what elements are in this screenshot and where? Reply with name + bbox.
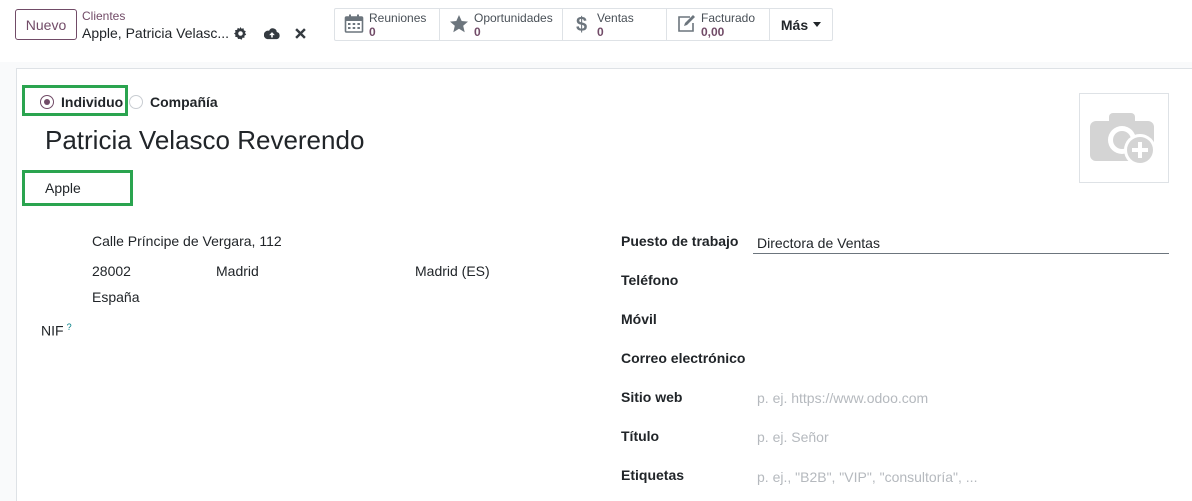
email-input[interactable] (753, 348, 1169, 370)
gear-icon[interactable] (231, 24, 249, 42)
breadcrumb-parent-link[interactable]: Clientes (82, 9, 125, 23)
title-label: Título (621, 428, 660, 444)
camera-plus-icon (1089, 107, 1159, 170)
smart-button-label: Ventas (597, 11, 634, 25)
job-position-input[interactable] (753, 232, 1169, 254)
street-field[interactable]: Calle Príncipe de Vergara, 112 (92, 233, 282, 249)
mobile-label: Móvil (621, 311, 657, 327)
smart-button-label: Facturado (701, 11, 756, 25)
tags-input[interactable] (753, 466, 1169, 488)
breadcrumb-current: Apple, Patricia Velasc... (82, 25, 230, 41)
company-radio-label[interactable]: Compañía (150, 94, 218, 110)
smart-button-label: Reuniones (369, 11, 427, 25)
more-button[interactable]: Más (770, 9, 832, 40)
website-input[interactable] (753, 387, 1169, 409)
form-sheet: Individuo Compañía Patricia Velasco Reve… (16, 68, 1192, 501)
city-field[interactable]: Madrid (216, 263, 259, 279)
smart-button-value: 0 (597, 25, 604, 39)
smart-buttons: Reuniones 0 Oportunidades 0 $ Ventas 0 Fact… (334, 8, 833, 41)
edit-icon (675, 11, 697, 37)
control-panel: Nuevo Clientes Apple, Patricia Velasc...… (0, 0, 1192, 62)
email-label: Correo electrónico (621, 350, 746, 366)
chevron-down-icon (813, 22, 822, 27)
cloud-upload-icon[interactable] (263, 24, 281, 42)
new-button[interactable]: Nuevo (15, 9, 77, 40)
smart-button-label: Oportunidades (474, 11, 553, 25)
vat-label: NIF? (41, 322, 72, 339)
more-button-label: Más (780, 16, 809, 33)
close-icon[interactable] (291, 24, 309, 42)
zip-field[interactable]: 28002 (92, 263, 131, 279)
dollar-icon: $ (571, 11, 593, 37)
website-label: Sitio web (621, 389, 683, 405)
smart-button-value: 0,00 (701, 25, 725, 39)
avatar-upload[interactable] (1079, 93, 1169, 183)
individual-radio-label[interactable]: Individuo (61, 94, 123, 110)
mobile-input[interactable] (753, 309, 1169, 331)
title-input[interactable] (753, 426, 1169, 448)
meetings-smart-button[interactable]: Reuniones 0 (335, 9, 440, 40)
smart-button-value: 0 (369, 25, 376, 39)
opportunities-smart-button[interactable]: Oportunidades 0 (440, 9, 563, 40)
sales-smart-button[interactable]: $ Ventas 0 (563, 9, 667, 40)
star-icon (448, 11, 470, 37)
calendar-icon (343, 11, 365, 37)
state-field[interactable]: Madrid (ES) (415, 263, 490, 279)
vat-label-text: NIF (41, 322, 64, 339)
partner-name-field[interactable]: Patricia Velasco Reverendo (45, 125, 364, 156)
job-position-label: Puesto de trabajo (621, 233, 739, 249)
smart-button-value: 0 (474, 25, 481, 39)
tags-label: Etiquetas (621, 467, 685, 483)
parent-company-field[interactable]: Apple (45, 180, 81, 196)
svg-text:$: $ (576, 14, 587, 35)
country-field[interactable]: España (92, 289, 139, 305)
individual-radio[interactable] (40, 95, 54, 109)
phone-label: Teléfono (621, 272, 679, 288)
help-tooltip-icon[interactable]: ? (67, 322, 72, 332)
phone-input[interactable] (753, 270, 1169, 292)
company-radio[interactable] (129, 95, 143, 109)
invoiced-smart-button[interactable]: Facturado 0,00 (667, 9, 770, 40)
